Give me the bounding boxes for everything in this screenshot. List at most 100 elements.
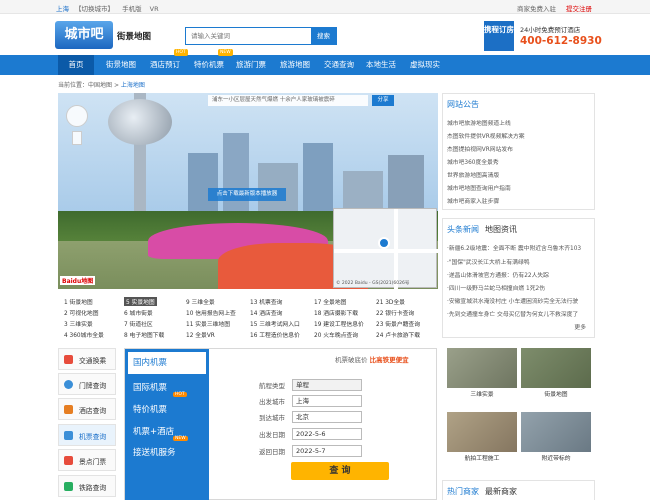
map-type-link[interactable]: 9 三维全景 bbox=[186, 297, 215, 306]
map-type-link[interactable]: 24 卢卡旅游下载 bbox=[376, 330, 420, 339]
side-item-railway[interactable]: 铁路查询 bbox=[58, 475, 116, 497]
return-date-input[interactable]: 2022-5-7 bbox=[292, 445, 362, 457]
map-type-link[interactable]: 14 酒店查询 bbox=[250, 308, 282, 317]
side-item-attraction[interactable]: 景点门票 bbox=[58, 449, 116, 471]
location-marker-icon bbox=[378, 237, 390, 249]
map-type-link[interactable]: 18 酒店摄影下载 bbox=[314, 308, 358, 317]
thumb-image bbox=[521, 348, 591, 388]
nav-item-local-life[interactable]: 本地生活 bbox=[360, 55, 402, 75]
share-button[interactable]: 分享 bbox=[372, 95, 394, 106]
map-type-link[interactable]: 21 3D全景 bbox=[376, 297, 405, 306]
merchant-link[interactable]: 商家免费入驻 bbox=[517, 5, 556, 13]
tab-domestic-flights[interactable]: 国内机票 bbox=[128, 352, 206, 374]
flight-search-button[interactable]: 查 询 bbox=[291, 462, 389, 480]
map-type-link[interactable]: 1 街景地图 bbox=[64, 297, 93, 306]
side-item-address[interactable]: 门牌查询 bbox=[58, 373, 116, 395]
download-player-button[interactable]: 点击下载最新版本播放器 bbox=[208, 188, 286, 201]
news-item[interactable]: ·新疆6.2级地震：全面不断 震中附近含乌鲁木齐103 bbox=[447, 243, 592, 252]
map-type-link[interactable]: 7 街道社区 bbox=[124, 319, 153, 328]
map-type-link[interactable]: 11 实景三维地图 bbox=[186, 319, 230, 328]
hotel-booking-ad[interactable]: 携程订房 24小时免费预订酒店 400-612-8930 bbox=[484, 21, 602, 51]
news-item[interactable]: ·"国保"武汉长江大桥上有满绿鸭 bbox=[447, 257, 592, 266]
pano-news-ticker[interactable]: 浦东一小区层屋天然气爆燃 十余户人家玻璃被震碎 bbox=[208, 95, 368, 106]
tab-hot-business[interactable]: 热门商家 bbox=[447, 487, 479, 496]
site-logo[interactable]: 城市吧 街景地图 bbox=[55, 21, 153, 51]
map-type-link[interactable]: 2 可视化地图 bbox=[64, 308, 99, 317]
hotel-ad-text: 24小时免费预订酒店 bbox=[520, 26, 581, 34]
search-button[interactable]: 搜索 bbox=[311, 28, 336, 44]
map-type-link[interactable]: 4 360城市全景 bbox=[64, 330, 104, 339]
compass-icon[interactable] bbox=[66, 105, 88, 127]
notice-item[interactable]: 城市吧商家入驻步骤 bbox=[447, 196, 592, 205]
nav-item-street-map[interactable]: 街景地图 bbox=[100, 55, 142, 75]
map-type-link[interactable]: 16 工程造价信息价 bbox=[250, 330, 300, 339]
map-type-link[interactable]: 15 三维考试网入口 bbox=[250, 319, 300, 328]
tab-new-business[interactable]: 最新商家 bbox=[485, 487, 517, 496]
mini-map[interactable]: © 2022 Baidu - GS(2021)6026号 bbox=[333, 208, 438, 289]
thumb-street-map[interactable]: 街景地图 bbox=[521, 348, 591, 398]
departure-city-input[interactable]: 上海 bbox=[292, 395, 362, 407]
nav-item-hotel[interactable]: 酒店预订 HOT bbox=[144, 49, 188, 75]
map-type-link[interactable]: 6 城市街景 bbox=[124, 308, 153, 317]
news-item[interactable]: ·先到交通撞车身亡 交母买亿替为何女儿不救深度了 bbox=[447, 309, 592, 318]
notice-item[interactable]: 杰图软件提供VR视频解决方案 bbox=[447, 131, 592, 140]
news-more-link[interactable]: 更多 bbox=[574, 322, 586, 331]
tab-special-flights[interactable]: 特价机票 bbox=[133, 403, 167, 415]
nav-item-vr[interactable]: 虚拟现实 bbox=[404, 55, 446, 75]
tab-international-flights[interactable]: 国际机票 bbox=[133, 381, 167, 393]
current-city: 上海 bbox=[56, 5, 69, 13]
breadcrumb-root[interactable]: 中国地图 bbox=[88, 82, 112, 89]
top-bar: 上海 【切换城市】 手机版 VR 商家免费入驻 提交注册 bbox=[0, 0, 650, 14]
departure-date-input[interactable]: 2022-5-6 bbox=[292, 428, 362, 440]
nav-item-home[interactable]: 首页 bbox=[58, 55, 94, 75]
baidu-logo: Baidu地图 bbox=[60, 276, 96, 285]
thumb-aerial-construction[interactable]: 航拍工程施工 bbox=[447, 412, 517, 462]
map-type-link[interactable]: 20 火车晚点查询 bbox=[314, 330, 358, 339]
nav-item-flights[interactable]: 特价机票 NEW bbox=[188, 49, 233, 75]
tab-headlines[interactable]: 头条新闻 bbox=[447, 225, 479, 234]
register-link[interactable]: 提交注册 bbox=[566, 5, 592, 13]
side-item-hotel[interactable]: 酒店查询 bbox=[58, 398, 116, 420]
map-type-link[interactable]: 8 电子地图下载 bbox=[124, 330, 164, 339]
map-type-link[interactable]: 10 信用报告网上查 bbox=[186, 308, 236, 317]
news-item[interactable]: ·遂昌山体滑坡官方通报：仍有22人失踪 bbox=[447, 270, 592, 279]
switch-city-link[interactable]: 【切换城市】 bbox=[75, 5, 114, 13]
search-input[interactable] bbox=[186, 28, 312, 44]
nav-item-tickets[interactable]: 旅游门票 bbox=[230, 55, 272, 75]
tab-airport-transfer[interactable]: 接送机服务 bbox=[133, 446, 176, 458]
map-type-link[interactable]: 12 全景VR bbox=[186, 330, 215, 339]
map-type-link[interactable]: 19 建设工程信息价 bbox=[314, 319, 364, 328]
vr-link[interactable]: VR bbox=[150, 5, 159, 13]
street-view-panorama[interactable]: 浦东一小区层屋天然气爆燃 十余户人家玻璃被震碎 分享 点击下载最新版本播放器 ©… bbox=[58, 93, 438, 289]
notice-item[interactable]: 城市吧旅游地图频道上线 bbox=[447, 118, 592, 127]
zoom-control[interactable] bbox=[72, 131, 82, 145]
map-type-link[interactable]: 13 机票查询 bbox=[250, 297, 282, 306]
compass-control[interactable] bbox=[66, 105, 90, 147]
notice-item[interactable]: 城市吧地图查询用户指南 bbox=[447, 183, 592, 192]
main-nav: 首页 街景地图 酒店预订 HOT 特价机票 NEW 旅游门票 旅游地图 交通查询 本… bbox=[0, 49, 650, 75]
nav-item-traffic[interactable]: 交通查询 bbox=[318, 55, 360, 75]
map-type-link[interactable]: 17 全景地图 bbox=[314, 297, 346, 306]
side-item-transit[interactable]: 交通换乘 bbox=[58, 348, 116, 370]
mobile-link[interactable]: 手机版 bbox=[122, 5, 142, 13]
map-type-link[interactable]: 5 实景地图 bbox=[124, 297, 157, 306]
map-type-link[interactable]: 23 街景户籍查询 bbox=[376, 319, 420, 328]
tab-map-news[interactable]: 地图资讯 bbox=[485, 225, 517, 234]
tab-flight-hotel[interactable]: 机票+酒店 bbox=[133, 425, 174, 437]
nav-item-travel-map[interactable]: 旅游地图 bbox=[274, 55, 316, 75]
map-type-link[interactable]: 3 三维实景 bbox=[64, 319, 93, 328]
notice-item[interactable]: 世界旅游地图高清版 bbox=[447, 170, 592, 179]
map-type-link[interactable]: 22 银行卡查询 bbox=[376, 308, 414, 317]
notice-item[interactable]: 城市吧360度全景秀 bbox=[447, 157, 592, 166]
map-copyright: © 2022 Baidu - GS(2021)6026号 bbox=[336, 281, 410, 286]
thumb-3d-scene[interactable]: 三维实景 bbox=[447, 348, 517, 398]
logo-mark: 城市吧 bbox=[55, 21, 113, 49]
news-item[interactable]: ·安徽宣城洪水淹没村庄 小车遭困流砂完全无法行驶 bbox=[447, 296, 592, 305]
trip-type-select[interactable]: 单程 bbox=[292, 379, 362, 391]
ticket-icon bbox=[64, 456, 73, 465]
arrival-city-input[interactable]: 北京 bbox=[292, 411, 362, 423]
thumb-nearby[interactable]: 附近带标的 bbox=[521, 412, 591, 462]
news-item[interactable]: ·四川一级野马兰蛇马相撞自燃 1死2伤 bbox=[447, 283, 592, 292]
side-item-flight[interactable]: 机票查询 bbox=[58, 424, 116, 446]
notice-item[interactable]: 杰图提拍视网VR网站发布 bbox=[447, 144, 592, 153]
